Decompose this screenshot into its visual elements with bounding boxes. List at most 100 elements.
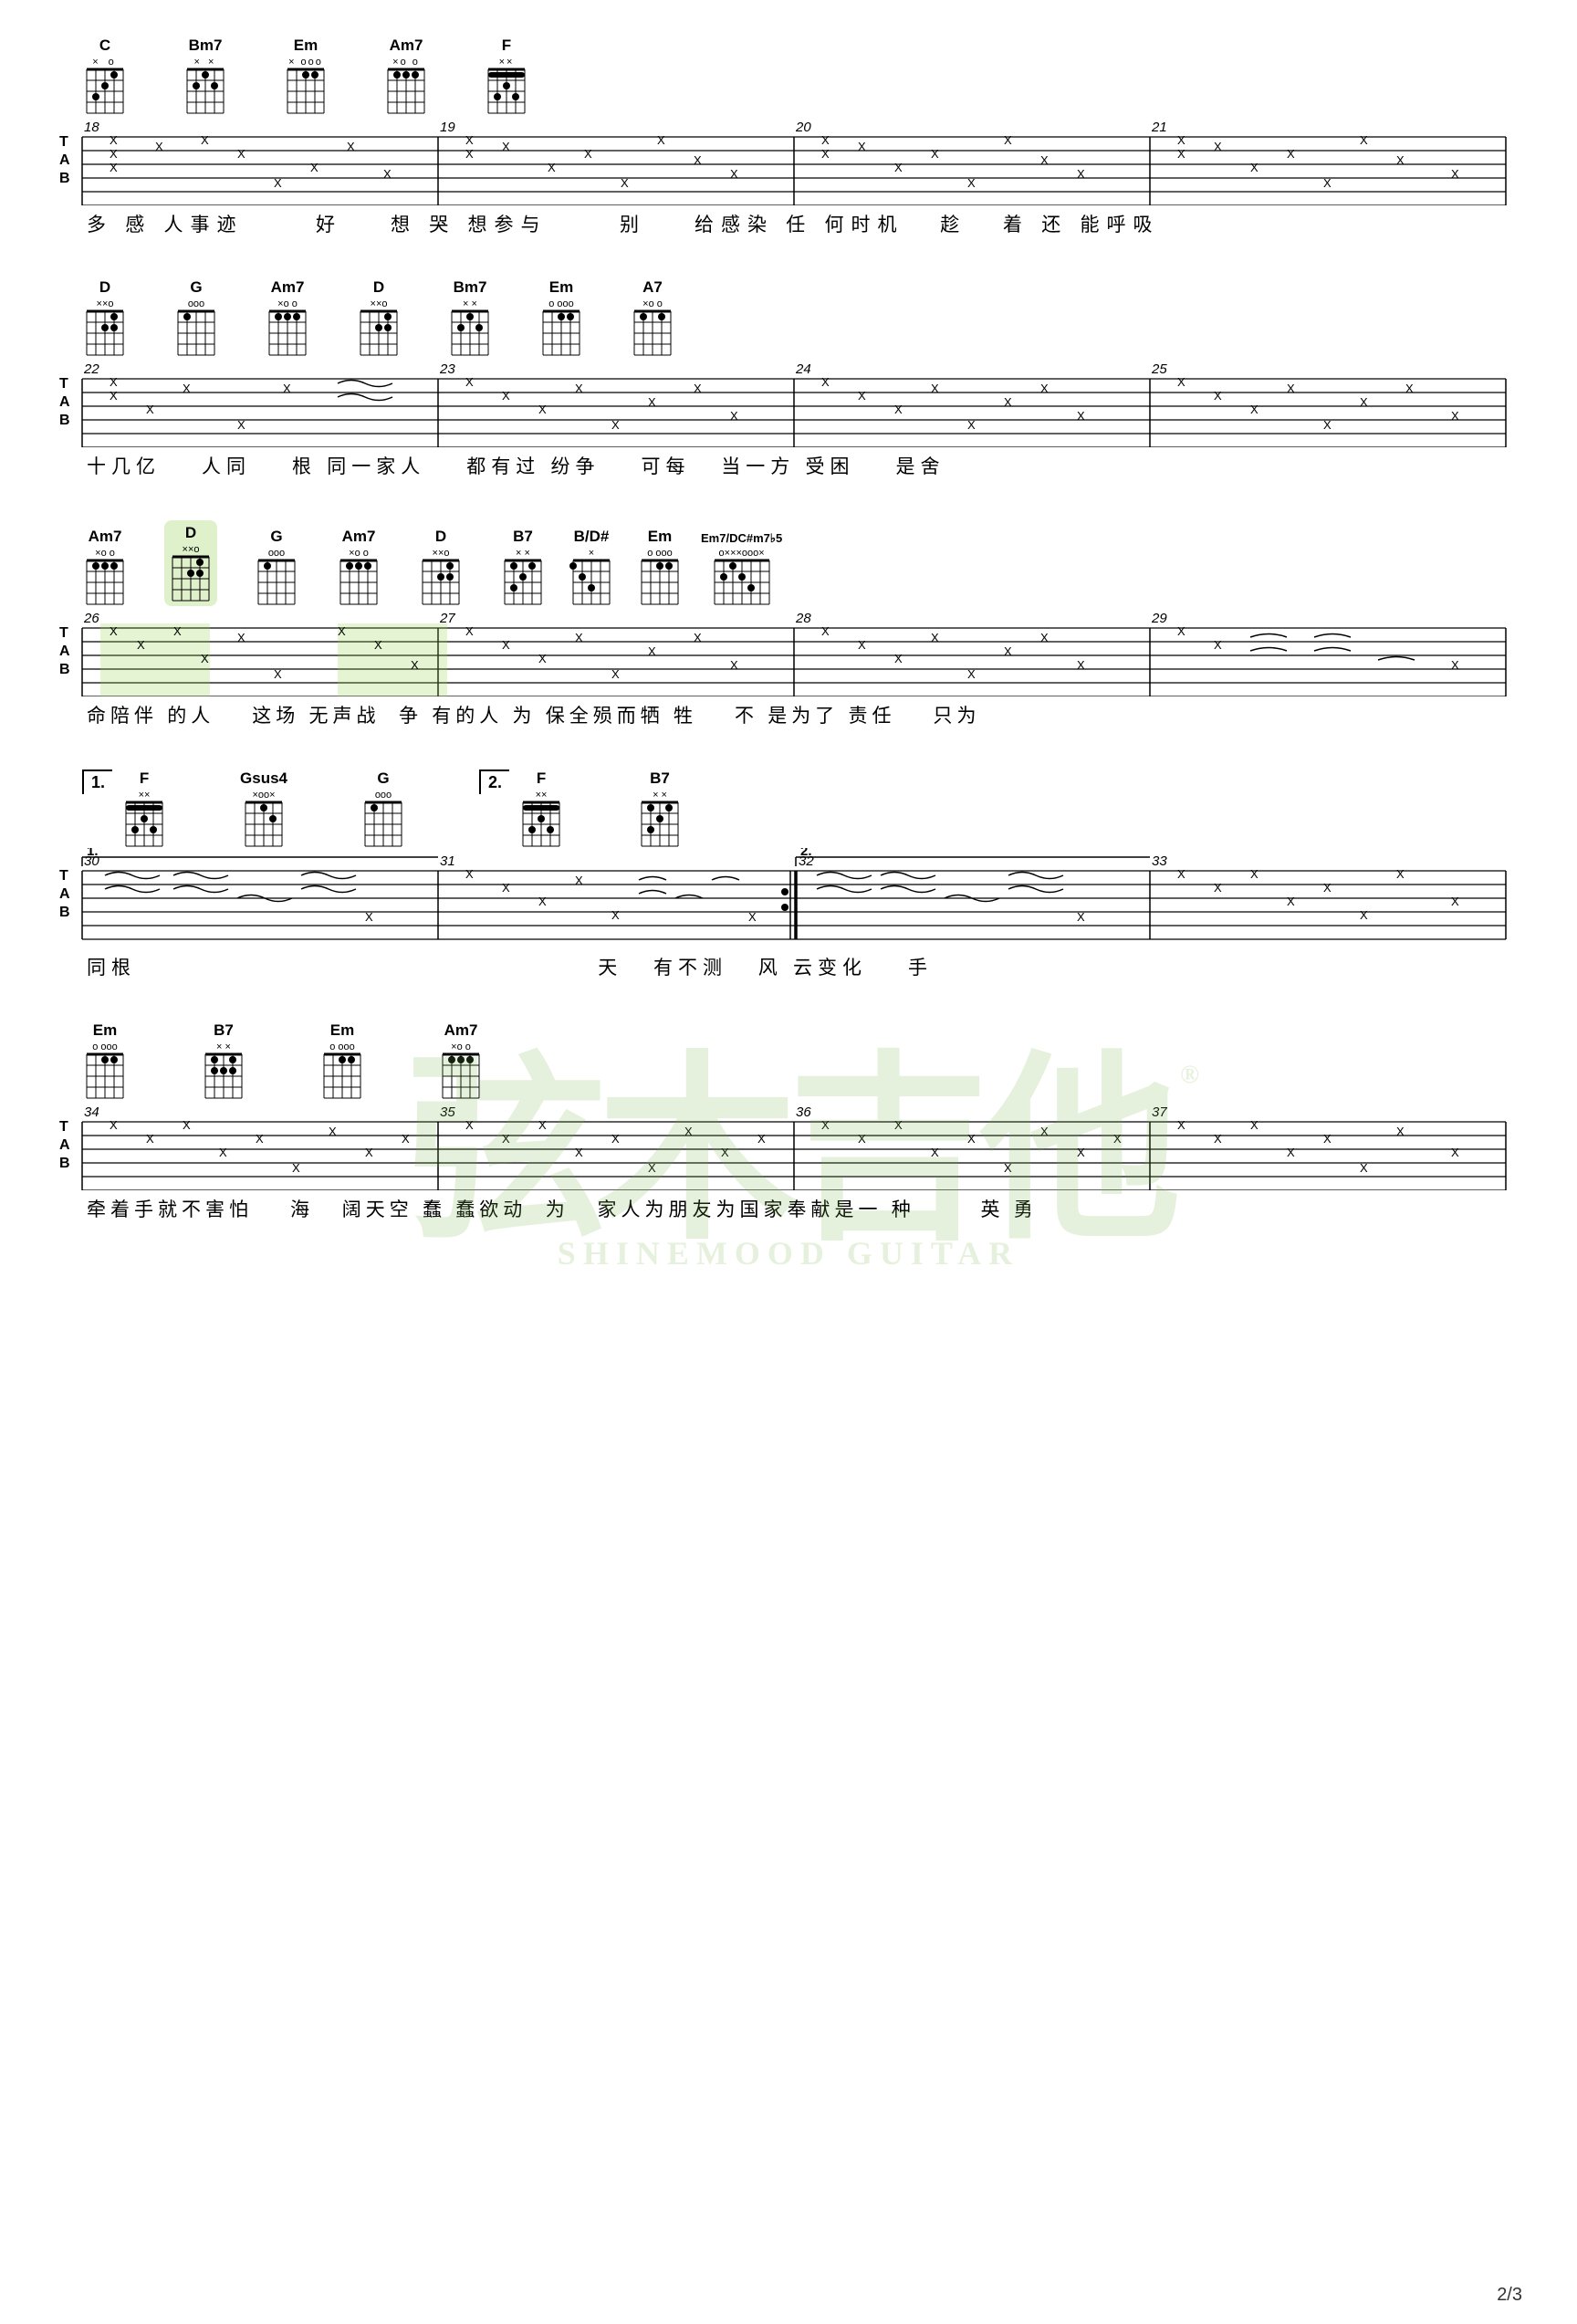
chord-grid-Bm7-s2 [447, 309, 493, 357]
svg-text:X: X [1360, 908, 1368, 922]
svg-text:X: X [575, 874, 583, 887]
svg-text:X: X [684, 1125, 693, 1138]
svg-text:X: X [110, 375, 118, 389]
chord-markers-G-s4: ooo [375, 790, 392, 801]
chord-name-D-highlighted: D [185, 524, 196, 542]
svg-text:X: X [402, 1132, 410, 1146]
svg-text:X: X [502, 881, 510, 895]
svg-text:X: X [967, 176, 976, 190]
svg-text:X: X [1323, 881, 1332, 895]
svg-text:X: X [1287, 895, 1295, 908]
svg-text:X: X [894, 161, 903, 174]
svg-text:X: X [821, 147, 830, 161]
svg-text:T: T [59, 868, 68, 884]
chord-grid-Em-s3 [637, 559, 683, 606]
svg-text:18: 18 [84, 120, 99, 135]
svg-text:X: X [894, 403, 903, 416]
svg-text:X: X [648, 1161, 656, 1175]
chord-diagrams-row-1: C × o [82, 37, 1522, 115]
tab-staff-3: T A B 26 27 28 29 X X X X X X [55, 610, 1522, 696]
chord-grid-Em7complex [710, 559, 774, 606]
svg-text:X: X [694, 631, 702, 644]
svg-text:X: X [611, 908, 620, 922]
svg-text:X: X [967, 418, 976, 432]
svg-text:X: X [1451, 895, 1459, 908]
svg-text:X: X [502, 140, 510, 153]
svg-text:X: X [538, 1118, 547, 1132]
svg-text:19: 19 [440, 120, 455, 135]
svg-text:X: X [858, 638, 866, 652]
svg-text:X: X [1177, 624, 1185, 638]
chord-grid-D2-s2 [356, 309, 402, 357]
svg-text:22: 22 [83, 361, 99, 377]
svg-text:X: X [757, 1132, 766, 1146]
svg-text:X: X [383, 167, 392, 181]
svg-text:X: X [292, 1161, 300, 1175]
chord-markers-A7-s2: ×o o [642, 298, 663, 309]
svg-text:X: X [1287, 147, 1295, 161]
chord-name-B7-s5: B7 [214, 1021, 234, 1040]
chord-diagram-G-s4: G ooo [360, 769, 406, 848]
chord-grid-F [484, 68, 529, 115]
svg-text:X: X [338, 624, 346, 638]
svg-text:X: X [1040, 631, 1049, 644]
chord-diagram-B7-s5: B7 × × [201, 1021, 246, 1100]
chord-grid-Am7 [383, 68, 429, 115]
chord-name-G-s4: G [377, 769, 389, 788]
svg-text:X: X [274, 667, 282, 681]
svg-text:X: X [110, 1118, 118, 1132]
svg-text:X: X [1360, 395, 1368, 409]
svg-text:X: X [967, 667, 976, 681]
chord-name-D-s3c: D [435, 528, 446, 546]
svg-text:X: X [648, 395, 656, 409]
svg-text:X: X [1077, 910, 1085, 924]
svg-text:X: X [575, 382, 583, 395]
svg-text:X: X [237, 147, 245, 161]
svg-text:X: X [1323, 176, 1332, 190]
svg-text:20: 20 [795, 120, 811, 135]
svg-text:X: X [821, 624, 830, 638]
chord-diagram-G-s3: G ooo [254, 528, 299, 606]
svg-text:X: X [465, 375, 474, 389]
svg-text:X: X [575, 1146, 583, 1159]
lyrics-1: 多 感 人事迹 好 想 哭 想参与 别 给感染 任 何时机 趁 着 还 能呼吸 [55, 210, 1522, 237]
chord-name-Em-s3: Em [648, 528, 672, 546]
page-number: 2/3 [1497, 2285, 1522, 2306]
chord-name-F-s4: F [140, 769, 149, 788]
svg-text:X: X [611, 418, 620, 432]
svg-text:X: X [1004, 395, 1012, 409]
svg-text:X: X [1177, 375, 1185, 389]
chord-diagrams-row-5: Em o ooo B7 [82, 1021, 1522, 1100]
section-1: C × o [55, 37, 1522, 237]
tab-staff-4: T A B 1. 2. 30 31 [55, 848, 1522, 948]
svg-text:X: X [931, 631, 939, 644]
chord-diagram-Am7-s5: Am7 ×o o [438, 1021, 484, 1100]
svg-text:36: 36 [796, 1104, 811, 1120]
svg-text:X: X [155, 140, 163, 153]
chord-diagram-Em: Em × ooo [283, 37, 329, 115]
chord-diagrams-row-3: Am7 ×o o [82, 520, 1522, 606]
svg-text:X: X [1004, 133, 1012, 147]
svg-text:X: X [146, 403, 154, 416]
svg-text:26: 26 [83, 611, 99, 626]
chord-grid-F-s4 [121, 801, 167, 848]
svg-text:31: 31 [440, 853, 455, 869]
svg-text:A: A [59, 886, 70, 902]
chord-grid-Gsus4-s4 [241, 801, 287, 848]
svg-text:X: X [1004, 1161, 1012, 1175]
chord-diagram-F: F ×× [484, 37, 529, 115]
svg-text:X: X [1077, 409, 1085, 423]
svg-text:X: X [110, 161, 118, 174]
chord-name-Em: Em [294, 37, 318, 55]
chord-grid-A7-s2 [630, 309, 675, 357]
svg-text:X: X [611, 667, 620, 681]
chord-name-B7-s4: B7 [650, 769, 670, 788]
svg-text:X: X [538, 652, 547, 665]
svg-text:X: X [538, 895, 547, 908]
svg-text:X: X [575, 631, 583, 644]
chord-grid-BDs-s3 [569, 559, 614, 606]
svg-text:X: X [1214, 1132, 1222, 1146]
svg-text:X: X [274, 176, 282, 190]
svg-text:X: X [1396, 153, 1405, 167]
ending-2-bracket: 2. [479, 769, 509, 794]
